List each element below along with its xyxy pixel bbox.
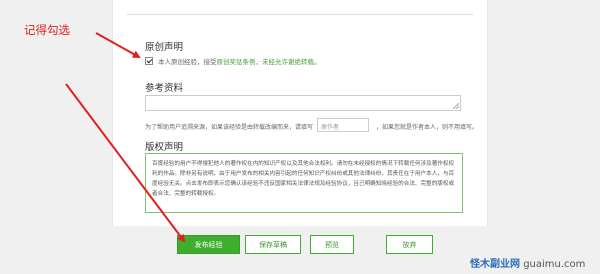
copyright-text: 百度经验的用户不得侵犯他人的著作权在内的知识产权以及其他合法权利。请勿在未经授权… (145, 153, 463, 213)
reference-hint-before: 为了帮助用户追溯来源，如果该经验是由转载改编而来，请填写 (145, 124, 314, 131)
watermark-cn: 怪木副业网 (470, 259, 520, 270)
save-draft-button[interactable]: 保存草稿 (245, 235, 301, 254)
preview-button[interactable]: 预览 (310, 235, 354, 254)
reference-title: 参考资料 (145, 83, 184, 94)
original-statement-title: 原创声明 (145, 42, 184, 53)
terms-link[interactable]: 原创奖惩条例 (217, 58, 256, 66)
publish-button[interactable]: 发布经验 (177, 235, 240, 254)
reference-hint-after: ，如果您就是作者本人，则不用填写。 (376, 124, 479, 131)
original-text-after: ，未经允许谢绝转载。 (255, 58, 321, 66)
annotation-label: 记得勾选 (24, 23, 70, 37)
form-panel: 原创声明 本人原创经验，接受原创奖惩条例，未经允许谢绝转载。 参考资料 为了帮助… (112, 0, 488, 226)
original-text-before: 本人原创经验，接受 (158, 58, 217, 66)
watermark: 怪木副业网 guaimu.com (470, 255, 585, 270)
divider (127, 14, 473, 15)
cancel-button[interactable]: 放弃 (386, 235, 433, 254)
reference-textarea[interactable] (145, 95, 461, 111)
watermark-en: guaimu.com (523, 259, 586, 270)
original-checkbox[interactable] (145, 57, 153, 65)
copyright-title: 版权声明 (145, 142, 184, 153)
original-statement-text: 本人原创经验，接受原创奖惩条例，未经允许谢绝转载。 (158, 56, 321, 66)
author-input[interactable]: 原作者 (317, 118, 369, 132)
resize-grip-icon[interactable] (453, 103, 459, 109)
